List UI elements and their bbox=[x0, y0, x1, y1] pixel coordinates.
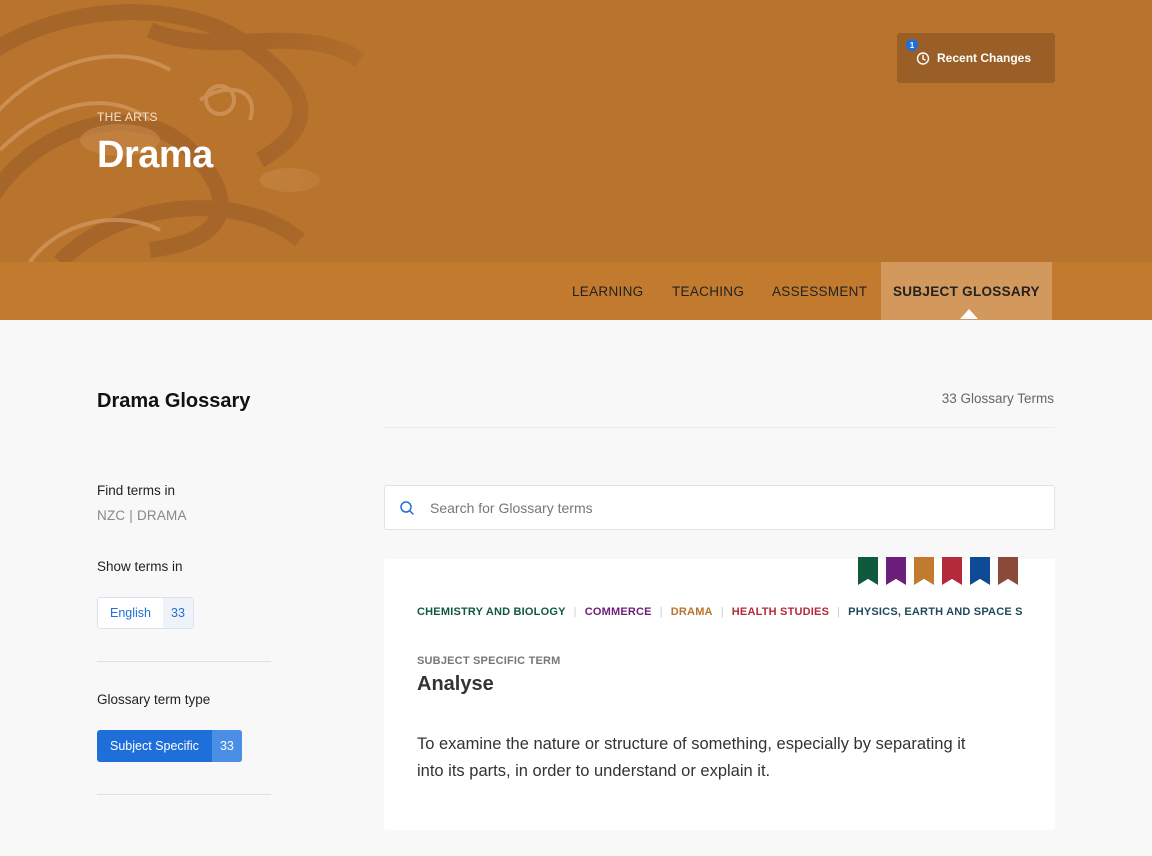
term-type-filter-label: Subject Specific bbox=[110, 739, 199, 753]
search-input[interactable] bbox=[430, 499, 1030, 516]
term-type-filter-subject-specific[interactable]: Subject Specific 33 bbox=[97, 730, 242, 762]
tab-learning[interactable]: LEARNING bbox=[572, 262, 643, 320]
subject-ribbon-icon bbox=[886, 557, 906, 585]
sidebar-divider bbox=[97, 661, 271, 662]
subject-ribbon-icon bbox=[998, 557, 1018, 585]
term-type-label: Glossary term type bbox=[97, 692, 211, 707]
find-terms-label: Find terms in bbox=[97, 483, 176, 498]
subject-separator: | bbox=[659, 606, 663, 618]
page-title: Drama bbox=[97, 134, 213, 176]
glossary-search[interactable] bbox=[384, 485, 1055, 530]
subject-separator: | bbox=[573, 606, 577, 618]
glossary-term-count: 33 Glossary Terms bbox=[941, 391, 1054, 406]
term-type-filter-count: 33 bbox=[211, 730, 242, 762]
language-filter-label: English bbox=[110, 606, 151, 620]
subject-tag[interactable]: CHEMISTRY AND BIOLOGY bbox=[417, 606, 566, 618]
sidebar-divider bbox=[97, 794, 271, 795]
subject-tag[interactable]: COMMERCE bbox=[585, 606, 652, 618]
subject-tags: CHEMISTRY AND BIOLOGY | COMMERCE | DRAMA | HEA… bbox=[417, 606, 1023, 618]
active-tab-caret bbox=[960, 309, 978, 319]
show-terms-label: Show terms in bbox=[97, 559, 183, 574]
header-banner: THE ARTS Drama 1 Recent Changes bbox=[0, 0, 1152, 262]
subject-separator: | bbox=[837, 606, 841, 618]
subject-ribbon-icon bbox=[914, 557, 934, 585]
subject-tag[interactable]: HEALTH STUDIES bbox=[732, 606, 829, 618]
term-name[interactable]: Analyse bbox=[417, 673, 494, 696]
term-type: SUBJECT SPECIFIC TERM bbox=[417, 655, 561, 667]
notification-badge: 1 bbox=[906, 39, 918, 51]
banner-fade bbox=[260, 0, 460, 262]
search-icon bbox=[400, 500, 414, 515]
section-nav: LEARNING TEACHING ASSESSMENT SUBJECT GLO… bbox=[0, 262, 1152, 320]
tab-teaching[interactable]: TEACHING bbox=[672, 262, 744, 320]
subject-tag[interactable]: DRAMA bbox=[671, 606, 713, 618]
recent-changes-label: Recent Changes bbox=[937, 51, 1032, 65]
history-icon: 1 bbox=[906, 39, 931, 66]
tab-assessment[interactable]: ASSESSMENT bbox=[772, 262, 867, 320]
subject-ribbon-icon bbox=[858, 557, 878, 585]
subject-ribbon-icon bbox=[970, 557, 990, 585]
divider bbox=[384, 427, 1055, 428]
recent-changes-button[interactable]: 1 Recent Changes bbox=[897, 33, 1055, 83]
subject-separator: | bbox=[720, 606, 724, 618]
subject-ribbons bbox=[858, 557, 1018, 585]
glossary-title: Drama Glossary bbox=[97, 390, 251, 412]
language-filter-english[interactable]: English 33 bbox=[97, 597, 194, 629]
term-definition: To examine the nature or structure of so… bbox=[417, 735, 966, 780]
glossary-term-card[interactable]: CHEMISTRY AND BIOLOGY | COMMERCE | DRAMA | HEA… bbox=[384, 557, 1055, 830]
find-terms-value: NZC | DRAMA bbox=[97, 508, 187, 523]
breadcrumb[interactable]: THE ARTS bbox=[97, 110, 158, 124]
subject-tag[interactable]: PHYSICS, EARTH AND SPACE SCIENCE bbox=[848, 606, 1023, 618]
subject-ribbon-icon bbox=[942, 557, 962, 585]
language-filter-count: 33 bbox=[163, 598, 193, 628]
